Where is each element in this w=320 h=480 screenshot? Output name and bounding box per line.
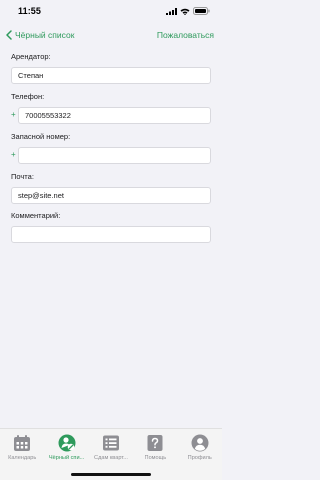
status-time: 11:55 [18,6,42,16]
tab-help-label: Помощь [144,455,167,461]
tenant-label: Арендатор: [11,52,51,61]
battery-icon [193,7,210,15]
phone-prefix: + [11,110,16,119]
status-bar: 11:55 [0,0,222,22]
tenant-input[interactable]: Степан [11,67,211,84]
navigation-bar: Чёрный список Пожаловаться [0,26,222,44]
profile-icon [190,433,210,453]
back-button[interactable]: Чёрный список [6,30,74,40]
phone-row: + 70005553322 [0,107,222,124]
tab-rent-apartment-label: Сдам кварт... [94,455,128,461]
blacklist-form: Арендатор: Степан Телефон: + 70005553322… [0,48,222,243]
calendar-icon [12,433,32,453]
blacklist-icon [57,433,77,453]
wifi-icon [180,8,190,15]
tab-blacklist-label: Чёрный спи... [48,455,85,461]
email-input[interactable]: step@site.net [11,187,211,204]
backup-phone-input[interactable] [18,147,211,164]
help-icon [145,433,165,453]
status-icons [166,7,210,15]
backup-phone-prefix: + [11,150,16,159]
comment-input[interactable] [11,226,211,243]
signal-bars-icon [166,7,177,15]
comment-label: Комментарий: [11,211,61,220]
tab-profile[interactable]: Профиль [178,433,222,480]
tab-profile-label: Профиль [187,455,212,461]
comment-row [0,226,222,243]
backup-phone-label: Запасной номер: [11,132,71,141]
home-indicator [71,473,151,476]
backup-phone-row: + [0,147,222,164]
email-row: step@site.net [0,187,222,204]
chevron-left-icon [6,30,12,40]
tenant-row: Степан [0,67,222,84]
list-icon [101,433,121,453]
tab-calendar[interactable]: Календарь [0,433,44,480]
phone-input[interactable]: 70005553322 [18,107,211,124]
report-button[interactable]: Пожаловаться [157,30,216,40]
tab-calendar-label: Календарь [8,455,37,461]
email-label: Почта: [11,172,34,181]
phone-label: Телефон: [11,92,45,101]
back-button-label: Чёрный список [15,30,75,40]
